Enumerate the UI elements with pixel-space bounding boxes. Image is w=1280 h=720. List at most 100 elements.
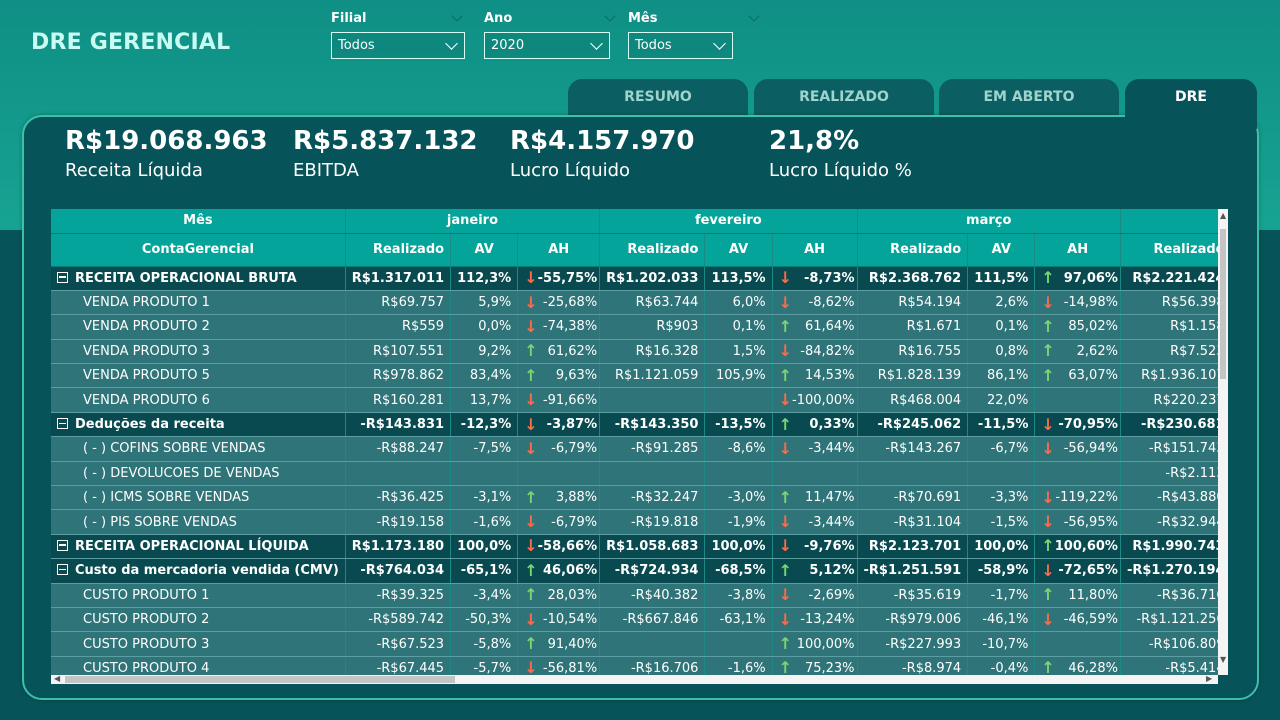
ah-value: -8,73% <box>804 270 855 286</box>
collapse-icon[interactable] <box>57 539 68 551</box>
realizado-cell: -R$979.006 <box>857 607 969 633</box>
subcol-header: AV <box>967 233 1036 267</box>
arrow-down-icon: ↓ <box>524 268 538 288</box>
scroll-up-icon[interactable]: ▲ <box>1220 212 1226 220</box>
av-cell <box>450 461 519 487</box>
mes-dropdown[interactable]: Todos <box>628 32 733 59</box>
table-row[interactable]: ( - ) COFINS SOBRE VENDAS -R$88.247 -7,5% ↓… <box>51 436 1218 462</box>
ano-dropdown[interactable]: 2020 <box>484 32 610 59</box>
table-row[interactable]: RECEITA OPERACIONAL BRUTA R$1.317.011 112,… <box>51 266 1218 291</box>
av-cell: 5,9% <box>450 290 519 316</box>
collapse-icon[interactable] <box>57 271 68 283</box>
horizontal-scrollbar[interactable]: ◀ ▶ <box>51 675 1218 684</box>
ah-value: 61,64% <box>804 319 855 335</box>
chevron-down-icon[interactable] <box>748 10 760 22</box>
table-row[interactable]: ( - ) PIS SOBRE VENDAS -R$19.158 -1,6% ↓ -6,… <box>51 509 1218 535</box>
filial-dropdown[interactable]: Todos <box>331 32 465 59</box>
ah-value: 63,07% <box>1068 368 1118 384</box>
ah-value: 91,40% <box>547 636 598 652</box>
av-cell <box>704 387 773 413</box>
table-row[interactable]: ( - ) ICMS SOBRE VENDAS -R$36.425 -3,1% ↑ 3,… <box>51 485 1218 511</box>
arrow-down-icon: ↓ <box>524 414 538 434</box>
tab-resumo[interactable]: RESUMO <box>568 79 748 119</box>
realizado-cell: -R$589.742 <box>345 607 452 633</box>
arrow-up-icon: ↑ <box>1041 365 1055 385</box>
ah-cell: ↓ -46,59% <box>1034 607 1121 633</box>
table-row[interactable]: CUSTO PRODUTO 4 -R$67.445 -5,7% ↓ -56,81% -R$… <box>51 656 1218 675</box>
ah-cell: ↓ -84,82% <box>772 339 858 365</box>
arrow-up-icon: ↑ <box>524 560 538 580</box>
collapse-icon[interactable] <box>57 418 68 430</box>
ah-cell: ↑ 46,06% <box>517 558 601 584</box>
dre-matrix[interactable]: Mês janeirofevereiromarçoabril ContaGere… <box>51 209 1218 675</box>
ah-cell <box>1034 631 1121 657</box>
table-row[interactable]: RECEITA OPERACIONAL LÍQUIDA R$1.173.180 10… <box>51 534 1218 560</box>
arrow-down-icon: ↓ <box>1041 414 1055 434</box>
realizado-cell: -R$43.880 <box>1120 485 1218 511</box>
realizado-cell: R$16.328 <box>599 339 706 365</box>
arrow-up-icon: ↑ <box>778 365 792 385</box>
chevron-down-icon[interactable] <box>604 10 616 22</box>
av-cell: -12,3% <box>450 412 519 438</box>
kpi-value: R$4.157.970 <box>510 126 695 156</box>
chevron-down-icon <box>445 36 458 50</box>
ah-value: -58,66% <box>537 538 598 554</box>
table-row[interactable]: VENDA PRODUTO 2 R$559 0,0% ↓ -74,38% R$903 0,1… <box>51 314 1218 340</box>
table-row[interactable]: CUSTO PRODUTO 2 -R$589.742 -50,3% ↓ -10,54% -… <box>51 607 1218 633</box>
scroll-down-icon[interactable]: ▼ <box>1220 656 1226 664</box>
ah-cell: ↓ -6,79% <box>517 436 601 462</box>
tab-realizado[interactable]: REALIZADO <box>754 79 934 119</box>
ah-value: 9,63% <box>555 368 598 384</box>
vertical-scrollbar[interactable]: ▲ ▼ <box>1218 209 1228 675</box>
kpi-value: R$19.068.963 <box>65 126 268 156</box>
realizado-cell: -R$67.445 <box>345 656 452 675</box>
table-row[interactable]: VENDA PRODUTO 3 R$107.551 9,2% ↑ 61,62% R$16.… <box>51 339 1218 365</box>
account-label: VENDA PRODUTO 6 <box>83 392 210 408</box>
ah-cell: ↑ 9,63% <box>517 363 601 389</box>
scroll-right-icon[interactable]: ▶ <box>1206 675 1212 683</box>
scrollbar-thumb[interactable] <box>1220 229 1226 379</box>
scrollbar-thumb[interactable] <box>65 676 455 683</box>
realizado-cell: -R$39.325 <box>345 583 452 608</box>
av-cell: 113,5% <box>704 266 773 291</box>
chevron-down-icon[interactable] <box>451 10 463 22</box>
av-cell <box>967 461 1036 487</box>
realizado-cell: -R$19.818 <box>599 509 706 535</box>
collapse-icon[interactable] <box>57 564 68 576</box>
ah-value: -56,81% <box>542 660 598 675</box>
scroll-left-icon[interactable]: ◀ <box>54 675 60 683</box>
ah-value: -14,98% <box>1063 295 1118 311</box>
account-label: CUSTO PRODUTO 3 <box>83 636 210 652</box>
ah-cell: ↓ -70,95% <box>1034 412 1121 438</box>
table-row[interactable]: VENDA PRODUTO 1 R$69.757 5,9% ↓ -25,68% R$63.… <box>51 290 1218 316</box>
ah-cell: ↓ -6,79% <box>517 509 601 535</box>
tab-dre[interactable]: DRE <box>1125 79 1257 129</box>
av-cell: -3,8% <box>704 583 773 608</box>
table-row[interactable]: Deduções da receita -R$143.831 -12,3% ↓ -3,8… <box>51 412 1218 438</box>
table-row[interactable]: Custo da mercadoria vendida (CMV) -R$764.… <box>51 558 1218 584</box>
realizado-cell: R$1.173.180 <box>345 534 452 560</box>
table-row[interactable]: CUSTO PRODUTO 3 -R$67.523 -5,8% ↑ 91,40% ↑ 100… <box>51 631 1218 657</box>
av-cell: 0,8% <box>967 339 1036 365</box>
ah-value: -8,62% <box>808 295 855 311</box>
table-row[interactable]: ( - ) DEVOLUCOES DE VENDAS-R$2.113-0,1% <box>51 461 1218 487</box>
table-row[interactable]: VENDA PRODUTO 6 R$160.281 13,7% ↓ -91,66% ↓ -1… <box>51 387 1218 413</box>
table-row[interactable]: CUSTO PRODUTO 1 -R$39.325 -3,4% ↑ 28,03% -R$4… <box>51 583 1218 608</box>
realizado-cell: R$69.757 <box>345 290 452 316</box>
av-cell: -58,9% <box>967 558 1036 584</box>
realizado-cell: R$1.202.033 <box>599 266 706 291</box>
realizado-cell: -R$40.382 <box>599 583 706 608</box>
ah-cell: ↑ 63,07% <box>1034 363 1121 389</box>
arrow-up-icon: ↑ <box>778 560 792 580</box>
arrow-up-icon: ↑ <box>1041 658 1055 675</box>
kpi-lucro-liquido: R$4.157.970 Lucro Líquido <box>510 126 695 181</box>
arrow-down-icon: ↓ <box>778 536 792 556</box>
ah-cell: ↓ -9,76% <box>772 534 858 560</box>
kpi-ebitda: R$5.837.132 EBITDA <box>293 126 478 181</box>
realizado-cell: -R$19.158 <box>345 509 452 535</box>
av-cell: -50,3% <box>450 607 519 633</box>
realizado-cell: -R$245.062 <box>857 412 969 438</box>
table-row[interactable]: VENDA PRODUTO 5 R$978.862 83,4% ↑ 9,63% R$1.1… <box>51 363 1218 389</box>
kpi-label: Lucro Líquido % <box>769 160 912 181</box>
tab-em-aberto[interactable]: EM ABERTO <box>939 79 1119 119</box>
